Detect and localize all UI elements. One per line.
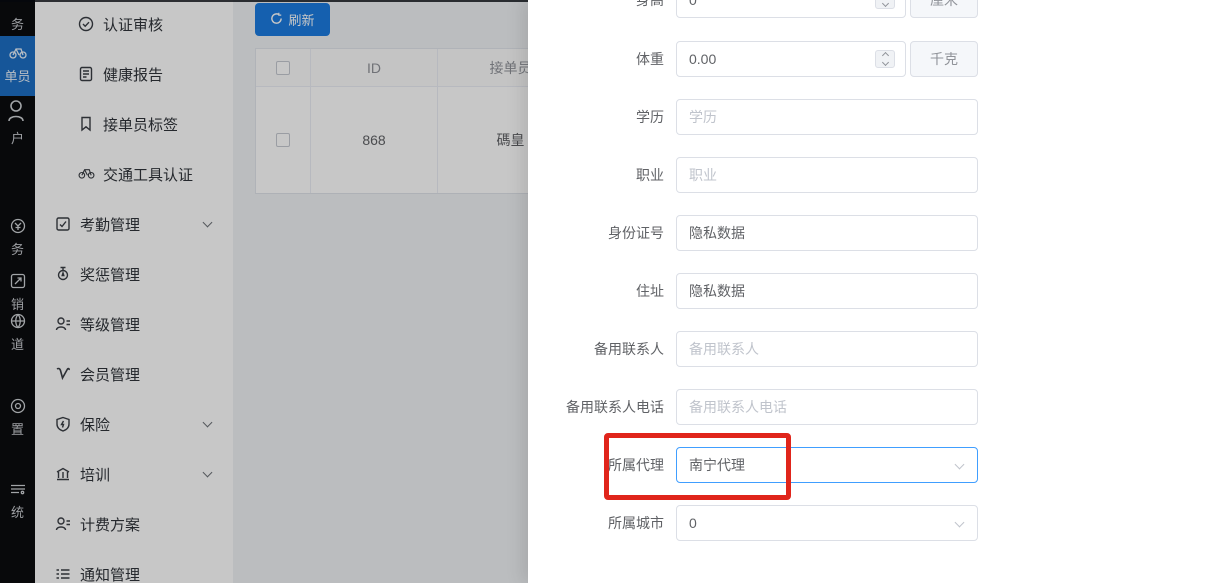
weight-input[interactable]: [676, 41, 906, 77]
number-stepper[interactable]: [875, 0, 895, 9]
occupation-input[interactable]: [676, 157, 978, 193]
detail-drawer: 身高 厘米 体重 千克 学历 职业: [528, 0, 1231, 583]
field-label: 身高: [528, 0, 676, 18]
field-label: 身份证号: [528, 215, 676, 251]
step-down-icon[interactable]: [881, 59, 888, 66]
id-number-input[interactable]: [676, 215, 978, 251]
field-label: 职业: [528, 157, 676, 193]
number-stepper[interactable]: [875, 50, 895, 68]
top-edge-strip: [0, 0, 528, 2]
form-row-height: 身高 厘米: [528, 0, 1008, 18]
occupation-input-field[interactable]: [677, 158, 977, 192]
chevron-down-icon: [955, 460, 965, 470]
form-row-city: 所属城市 0: [528, 505, 1008, 541]
form-row-weight: 体重 千克: [528, 41, 1008, 77]
field-label: 备用联系人: [528, 331, 676, 367]
form-row-alt-contact: 备用联系人: [528, 331, 1008, 367]
weight-input-field[interactable]: [677, 42, 905, 76]
education-input-field[interactable]: [677, 100, 977, 134]
alt-contact-phone-input[interactable]: [676, 389, 978, 425]
agent-select[interactable]: 南宁代理: [676, 447, 978, 483]
field-label: 体重: [528, 41, 676, 77]
step-down-icon[interactable]: [881, 0, 888, 7]
id-number-input-field[interactable]: [677, 216, 977, 250]
address-input[interactable]: [676, 273, 978, 309]
unit-label: 厘米: [910, 0, 978, 18]
chevron-down-icon: [955, 518, 965, 528]
form-row-alt-contact-phone: 备用联系人电话: [528, 389, 1008, 425]
drawer-mask[interactable]: [0, 0, 528, 583]
form-row-occupation: 职业: [528, 157, 1008, 193]
alt-contact-input[interactable]: [676, 331, 978, 367]
city-select[interactable]: 0: [676, 505, 978, 541]
field-label: 备用联系人电话: [528, 389, 676, 425]
form-row-address: 住址: [528, 273, 1008, 309]
height-input-field[interactable]: [677, 0, 905, 17]
address-input-field[interactable]: [677, 274, 977, 308]
alt-contact-input-field[interactable]: [677, 332, 977, 366]
agent-select-value: 南宁代理: [689, 455, 745, 475]
unit-label: 千克: [910, 41, 978, 77]
field-label: 所属城市: [528, 505, 676, 541]
field-label: 住址: [528, 273, 676, 309]
app-window: 务 单员 户 务 销 道 置 统: [0, 0, 1231, 583]
city-select-value: 0: [689, 515, 697, 531]
field-label: 学历: [528, 99, 676, 135]
height-input[interactable]: [676, 0, 906, 18]
form-row-education: 学历: [528, 99, 1008, 135]
education-input[interactable]: [676, 99, 978, 135]
alt-contact-phone-input-field[interactable]: [677, 390, 977, 424]
form-row-id-number: 身份证号: [528, 215, 1008, 251]
field-label: 所属代理: [528, 447, 676, 483]
form-row-agent: 所属代理 南宁代理: [528, 447, 1008, 483]
